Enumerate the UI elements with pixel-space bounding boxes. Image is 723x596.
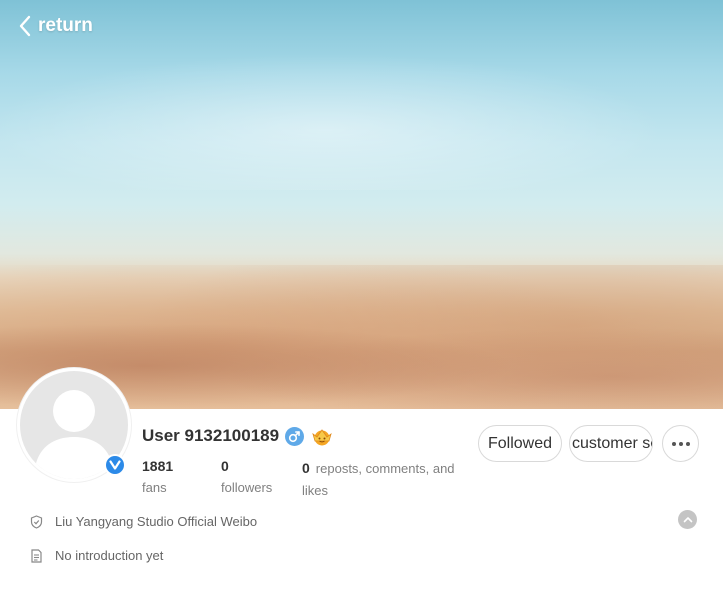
- stat-fans[interactable]: 1881 fans: [142, 458, 173, 495]
- user-name: User 9132100189: [142, 426, 280, 445]
- stat-reposts: 0 reposts, comments, and likes: [302, 458, 472, 502]
- followers-count: 0: [221, 458, 229, 474]
- fans-count: 1881: [142, 458, 174, 474]
- followers-label: followers: [221, 480, 273, 495]
- followed-button[interactable]: Followed: [478, 425, 562, 462]
- intro-text: No introduction yet: [55, 548, 164, 563]
- shield-icon: [30, 514, 43, 529]
- user-name-row: User 9132100189: [142, 426, 334, 446]
- stat-followers[interactable]: 0 followers: [221, 458, 272, 495]
- return-label: return: [38, 15, 93, 36]
- verified-v-icon: [104, 454, 126, 476]
- studio-text: Liu Yangyang Studio Official Weibo: [55, 514, 258, 529]
- fans-label: fans: [142, 480, 167, 495]
- crown-level-icon: [312, 429, 332, 446]
- intro-row: No introduction yet: [30, 548, 163, 563]
- more-button[interactable]: [662, 425, 699, 462]
- chevron-up-icon: [683, 517, 692, 523]
- collapse-button[interactable]: [678, 510, 697, 529]
- reposts-count: 0: [302, 460, 310, 476]
- return-button[interactable]: return: [18, 14, 93, 38]
- reposts-label: reposts, comments, and likes: [302, 461, 455, 498]
- banner-water: [0, 40, 723, 190]
- cover-banner: return: [0, 0, 723, 409]
- more-dots-icon: [671, 441, 690, 446]
- chevron-left-icon: [19, 15, 31, 37]
- studio-row: Liu Yangyang Studio Official Weibo: [30, 514, 257, 529]
- male-icon: [285, 426, 305, 446]
- avatar-container[interactable]: [17, 368, 131, 482]
- document-icon: [31, 548, 42, 563]
- customer-service-button[interactable]: customer service: [569, 425, 653, 462]
